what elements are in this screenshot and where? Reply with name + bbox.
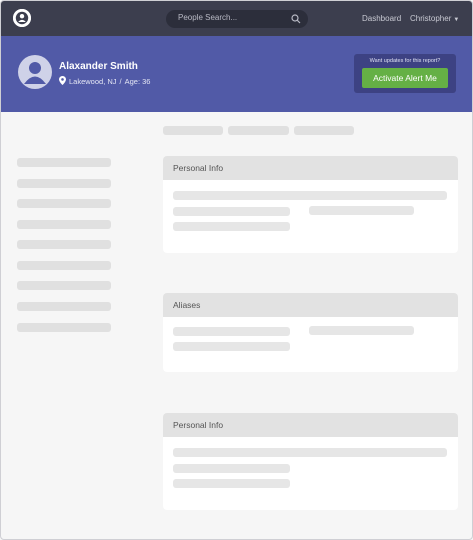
user-avatar-icon: [24, 62, 46, 84]
section-card-personal-info-2: Personal Info: [163, 413, 458, 510]
search-icon[interactable]: [291, 14, 301, 24]
skeleton-line: [173, 191, 447, 200]
user-menu[interactable]: Christopher ▼: [410, 14, 459, 23]
avatar: [18, 55, 52, 89]
skeleton-sidebar-item: [17, 323, 111, 332]
skeleton-line: [173, 327, 290, 336]
section-card-personal-info: Personal Info: [163, 156, 458, 253]
section-header: Personal Info: [163, 413, 458, 437]
profile-name: Alaxander Smith: [59, 61, 138, 72]
skeleton-sidebar-item: [17, 240, 111, 249]
skeleton-line: [173, 222, 290, 231]
activate-alert-button[interactable]: Activate Alert Me: [362, 68, 448, 88]
section-card-aliases: Aliases: [163, 293, 458, 372]
skeleton-sidebar-item: [17, 199, 111, 208]
skeleton-line: [173, 479, 290, 488]
user-menu-label: Christopher: [410, 14, 452, 23]
skeleton-sidebar-item: [17, 179, 111, 188]
skeleton-tab: [163, 126, 223, 135]
section-title: Personal Info: [173, 420, 224, 430]
chevron-down-icon: ▼: [453, 17, 460, 23]
alert-promo-box: Want updates for this report? Activate A…: [354, 54, 456, 93]
location-separator: /: [119, 77, 122, 86]
skeleton-line: [309, 206, 414, 215]
page: People Search... Dashboard Christopher ▼ …: [0, 0, 473, 540]
nav-link-dashboard[interactable]: Dashboard: [362, 14, 401, 23]
skeleton-sidebar-item: [17, 261, 111, 270]
search-field[interactable]: People Search...: [166, 10, 308, 28]
skeleton-line: [173, 448, 447, 457]
section-title: Personal Info: [173, 163, 224, 173]
skeleton-line: [173, 207, 290, 216]
section-header: Aliases: [163, 293, 458, 317]
skeleton-line: [173, 464, 290, 473]
profile-location: Lakewood, NJ: [69, 77, 117, 86]
location-pin-icon: [59, 76, 66, 85]
skeleton-sidebar-item: [17, 220, 111, 229]
skeleton-line: [309, 326, 414, 335]
section-header: Personal Info: [163, 156, 458, 180]
skeleton-line: [173, 342, 290, 351]
alert-caption: Want updates for this report?: [369, 58, 441, 64]
search-input[interactable]: People Search...: [178, 13, 237, 22]
section-title: Aliases: [173, 300, 201, 310]
skeleton-sidebar-item: [17, 158, 111, 167]
top-nav-bar: People Search... Dashboard Christopher ▼: [1, 1, 472, 36]
skeleton-sidebar-item: [17, 302, 111, 311]
skeleton-tab: [294, 126, 354, 135]
skeleton-sidebar-item: [17, 281, 111, 290]
skeleton-tab: [228, 126, 289, 135]
profile-header: Alaxander Smith Lakewood, NJ / Age: 36 Wan…: [1, 36, 472, 112]
logo-icon[interactable]: [13, 9, 31, 27]
profile-location-line: Lakewood, NJ / Age: 36: [59, 76, 150, 86]
profile-age: Age: 36: [124, 77, 151, 86]
